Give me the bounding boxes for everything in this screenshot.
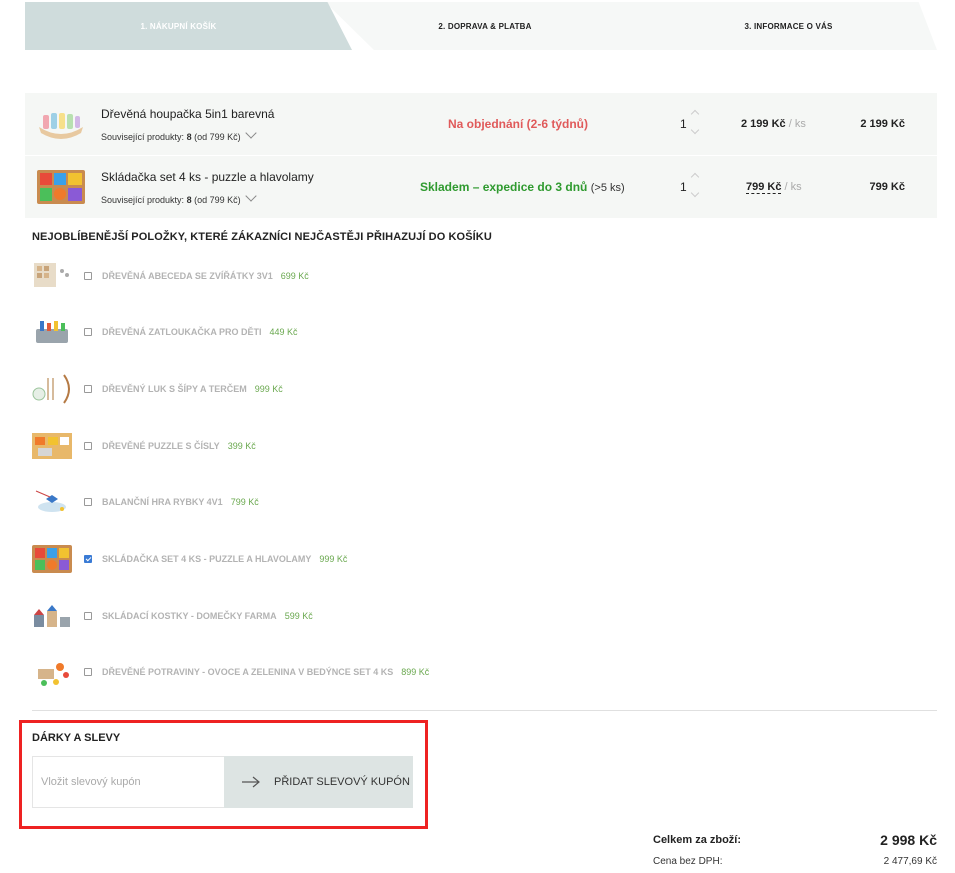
product-thumbnail[interactable] bbox=[33, 164, 89, 210]
product-thumbnail[interactable] bbox=[30, 372, 74, 406]
chevron-up-icon[interactable] bbox=[690, 109, 700, 119]
coupon-input[interactable] bbox=[32, 756, 225, 808]
upsell-item[interactable]: DŘEVĚNÁ ABECEDA SE ZVÍŘÁTKY 3V1 699 Kč bbox=[30, 257, 530, 297]
product-thumbnail[interactable] bbox=[30, 542, 74, 576]
upsell-label[interactable]: BALANČNÍ HRA RYBKY 4V1 799 Kč bbox=[102, 497, 259, 507]
upsell-checkbox[interactable] bbox=[84, 668, 92, 676]
availability-status: Na objednání (2-6 týdnů) bbox=[448, 117, 589, 131]
upsell-label[interactable]: SKLÁDAČKA SET 4 KS - PUZZLE A HLAVOLAMY 9… bbox=[102, 554, 347, 564]
unit-price: 2 199 Kč / ks bbox=[741, 118, 806, 130]
upsell-label[interactable]: DŘEVĚNÝ LUK S ŠÍPY A TERČEM 999 Kč bbox=[102, 384, 283, 394]
total-label: Celkem za zboží: bbox=[653, 834, 742, 846]
product-thumbnail[interactable] bbox=[30, 599, 74, 633]
product-thumbnail[interactable] bbox=[30, 259, 74, 293]
product-thumbnail[interactable] bbox=[33, 101, 89, 147]
upsell-checkbox[interactable] bbox=[84, 272, 92, 280]
product-name[interactable]: Skládačka set 4 ks - puzzle a hlavolamy bbox=[101, 170, 314, 184]
upsell-label[interactable]: DŘEVĚNÉ PUZZLE S ČÍSLY 399 Kč bbox=[102, 441, 256, 451]
upsell-checkbox[interactable] bbox=[84, 555, 92, 563]
quantity-stepper[interactable] bbox=[690, 170, 702, 200]
upsell-label[interactable]: DŘEVĚNÉ POTRAVINY - OVOCE A ZELENINA V B… bbox=[102, 667, 429, 677]
product-thumbnail[interactable] bbox=[30, 655, 74, 689]
quantity-value[interactable]: 1 bbox=[680, 180, 687, 194]
cart-row: Dřevěná houpačka 5in1 barevná Souvisejíc… bbox=[25, 93, 937, 155]
upsell-item[interactable]: DŘEVĚNÉ POTRAVINY - OVOCE A ZELENINA V B… bbox=[30, 653, 530, 693]
upsell-checkbox[interactable] bbox=[84, 612, 92, 620]
row-total: 799 Kč bbox=[869, 181, 905, 193]
related-products[interactable]: Související produkty: 8 (od 799 Kč) bbox=[101, 190, 257, 205]
availability-status: Skladem – expedice do 3 dnů (>5 ks) bbox=[420, 180, 625, 194]
upsell-item[interactable]: SKLÁDACÍ KOSTKY - DOMEČKY FARMA 599 Kč bbox=[30, 597, 530, 637]
product-thumbnail[interactable] bbox=[30, 429, 74, 463]
net-price-label: Cena bez DPH: bbox=[653, 856, 723, 867]
upsell-item[interactable]: DŘEVĚNÁ ZATLOUKAČKA PRO DĚTI 449 Kč bbox=[30, 313, 530, 353]
chevron-down-icon[interactable] bbox=[690, 188, 700, 198]
upsell-checkbox[interactable] bbox=[84, 385, 92, 393]
chevron-up-icon[interactable] bbox=[690, 172, 700, 182]
upsell-item[interactable]: SKLÁDAČKA SET 4 KS - PUZZLE A HLAVOLAMY 9… bbox=[30, 540, 530, 580]
upsell-label[interactable]: DŘEVĚNÁ ZATLOUKAČKA PRO DĚTI 449 Kč bbox=[102, 327, 298, 337]
upsell-checkbox[interactable] bbox=[84, 498, 92, 506]
upsell-title: NEJOBLÍBENĚJŠÍ POLOŽKY, KTERÉ ZÁKAZNÍCI … bbox=[32, 231, 492, 243]
chevron-down-icon[interactable] bbox=[244, 127, 257, 139]
cart-list: Dřevěná houpačka 5in1 barevná Souvisejíc… bbox=[25, 93, 937, 219]
chevron-down-icon[interactable] bbox=[690, 125, 700, 135]
step-shipping-payment[interactable]: 2. DOPRAVA & PLATBA bbox=[330, 2, 640, 50]
upsell-item[interactable]: DŘEVĚNÝ LUK S ŠÍPY A TERČEM 999 Kč bbox=[30, 370, 530, 410]
row-total: 2 199 Kč bbox=[860, 118, 905, 130]
gifts-title: DÁRKY A SLEVY bbox=[32, 732, 121, 744]
chevron-down-icon[interactable] bbox=[244, 190, 257, 202]
product-thumbnail[interactable] bbox=[30, 485, 74, 519]
quantity-stepper[interactable] bbox=[690, 107, 702, 137]
section-divider bbox=[32, 710, 937, 711]
step-cart[interactable]: 1. NÁKUPNÍ KOŠÍK bbox=[25, 2, 352, 50]
upsell-item[interactable]: BALANČNÍ HRA RYBKY 4V1 799 Kč bbox=[30, 483, 530, 523]
upsell-checkbox[interactable] bbox=[84, 442, 92, 450]
quantity-value[interactable]: 1 bbox=[680, 117, 687, 131]
upsell-checkbox[interactable] bbox=[84, 328, 92, 336]
product-name[interactable]: Dřevěná houpačka 5in1 barevná bbox=[101, 107, 274, 121]
net-price-value: 2 477,69 Kč bbox=[883, 856, 937, 867]
upsell-label[interactable]: DŘEVĚNÁ ABECEDA SE ZVÍŘÁTKY 3V1 699 Kč bbox=[102, 271, 309, 281]
unit-price: 799 Kč / ks bbox=[746, 181, 802, 194]
upsell-label[interactable]: SKLÁDACÍ KOSTKY - DOMEČKY FARMA 599 Kč bbox=[102, 611, 313, 621]
cart-row: Skládačka set 4 ks - puzzle a hlavolamy … bbox=[25, 156, 937, 218]
checkout-steps: 1. NÁKUPNÍ KOŠÍK 2. DOPRAVA & PLATBA 3. … bbox=[25, 2, 937, 50]
total-value: 2 998 Kč bbox=[880, 832, 937, 848]
upsell-item[interactable]: DŘEVĚNÉ PUZZLE S ČÍSLY 399 Kč bbox=[30, 427, 530, 467]
add-coupon-button[interactable]: PŘIDAT SLEVOVÝ KUPÓN bbox=[224, 756, 413, 808]
related-products[interactable]: Související produkty: 8 (od 799 Kč) bbox=[101, 127, 257, 142]
product-thumbnail[interactable] bbox=[30, 315, 74, 349]
arrow-right-icon bbox=[242, 776, 260, 788]
step-information[interactable]: 3. INFORMACE O VÁS bbox=[640, 2, 937, 50]
